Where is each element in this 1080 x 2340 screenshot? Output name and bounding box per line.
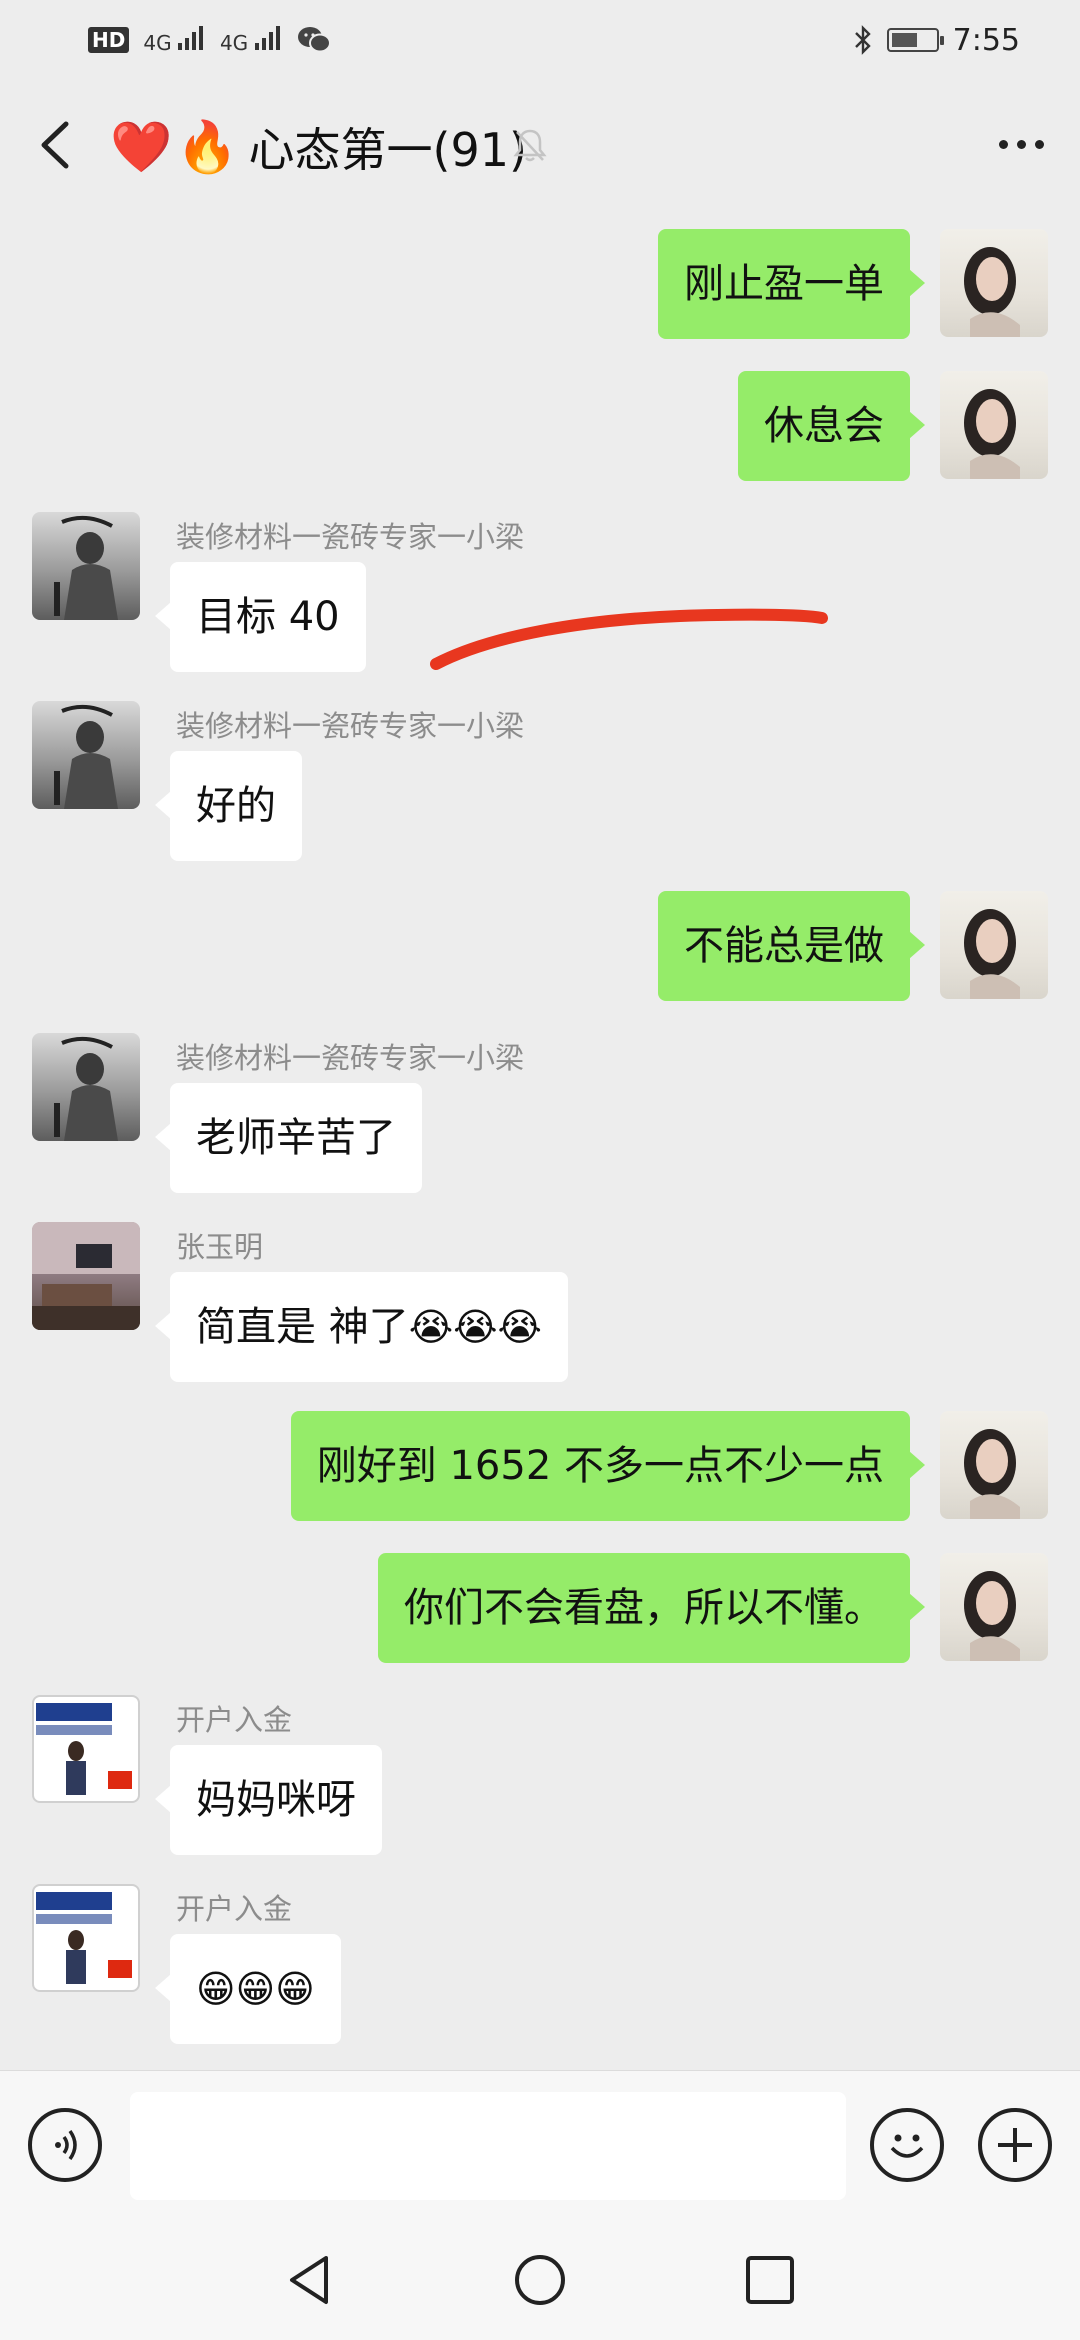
sender-avatar[interactable] [32, 1695, 140, 1803]
plus-icon[interactable] [978, 2108, 1052, 2182]
group-name: 心态第一(91) [248, 123, 527, 177]
signal-bars-icon [177, 25, 203, 50]
message-bubble-other[interactable]: 简直是 神了😭😭😭 [155, 1272, 568, 1382]
hd-badge: HD [88, 27, 130, 53]
message-bubble-self[interactable]: 你们不会看盘，所以不懂。 [378, 1553, 925, 1663]
message-text: 目标 40 [196, 594, 340, 640]
message-text: 妈妈咪呀 [196, 1777, 356, 1823]
message-text: 休息会 [764, 403, 884, 449]
self-avatar[interactable] [940, 229, 1048, 337]
bell-off-icon [513, 129, 547, 162]
nav-back-icon[interactable] [282, 2252, 338, 2308]
heart-emoji: ❤️ [110, 118, 173, 176]
message-bubble-self[interactable]: 刚止盈一单 [658, 229, 925, 339]
signal-bars-icon [254, 25, 280, 50]
message-text: 刚止盈一单 [684, 261, 884, 307]
message-input[interactable] [130, 2092, 846, 2200]
voice-icon[interactable] [28, 2108, 102, 2182]
sender-name: 开户入金 [176, 1892, 293, 1926]
fire-emoji: 🔥 [176, 118, 239, 176]
message-text: 简直是 神了 [196, 1304, 409, 1350]
wechat-icon [297, 27, 331, 53]
message-bubble-other[interactable]: 😁😁😁 [155, 1934, 341, 2044]
sender-avatar[interactable] [32, 1033, 140, 1141]
sim2-network-label: 4G [219, 30, 249, 55]
self-avatar[interactable] [940, 1553, 1048, 1661]
sender-name: 张玉明 [176, 1230, 264, 1264]
system-nav-bar [0, 2220, 1080, 2340]
sender-name: 装修材料一瓷砖专家一小梁 [176, 1041, 525, 1075]
message-bubble-other[interactable]: 目标 40 [155, 562, 366, 672]
emoji-icon[interactable] [870, 2108, 944, 2182]
status-right-group: 7:55 [853, 23, 1020, 58]
message-bubble-other[interactable]: 老师辛苦了 [155, 1083, 422, 1193]
self-avatar[interactable] [940, 891, 1048, 999]
status-bar: HD 4G 4G 7:55 [0, 0, 1080, 80]
self-avatar[interactable] [940, 371, 1048, 479]
sender-avatar[interactable] [32, 1884, 140, 1992]
status-left-group: HD 4G 4G [88, 25, 331, 55]
grinning-emoji: 😁😁😁 [196, 1967, 315, 2011]
message-text: 不能总是做 [684, 923, 884, 969]
message-bubble-other[interactable]: 好的 [155, 751, 302, 861]
message-bubble-self[interactable]: 不能总是做 [658, 891, 925, 1001]
message-bubble-self[interactable]: 刚好到 1652 不多一点不少一点 [290, 1411, 926, 1521]
sender-avatar[interactable] [32, 1222, 140, 1330]
group-title: ❤️ 🔥 心态第一(91) [110, 114, 527, 180]
message-text: 刚好到 1652 不多一点不少一点 [316, 1443, 884, 1489]
self-avatar[interactable] [940, 1411, 1048, 1519]
sender-name: 装修材料一瓷砖专家一小梁 [176, 709, 525, 743]
status-time: 7:55 [952, 22, 1020, 58]
message-bubble-other[interactable]: 妈妈咪呀 [155, 1745, 382, 1855]
bluetooth-icon [854, 25, 871, 55]
message-text: 好的 [196, 783, 276, 829]
more-dots-icon[interactable] [999, 140, 1044, 149]
sim1-network-label: 4G [143, 30, 172, 55]
battery-icon [886, 28, 944, 52]
signal-sim1: 4G [143, 25, 206, 55]
chat-input-bar [0, 2070, 1080, 2220]
nav-home-icon[interactable] [512, 2252, 568, 2308]
message-text: 你们不会看盘，所以不懂。 [404, 1585, 884, 1631]
sender-name: 装修材料一瓷砖专家一小梁 [176, 520, 525, 554]
signal-sim2: 4G [219, 25, 283, 55]
sender-avatar[interactable] [32, 512, 140, 620]
chevron-left-icon[interactable] [36, 120, 76, 170]
crying-emoji: 😭😭😭 [408, 1305, 542, 1349]
red-underline-annotation [430, 608, 828, 670]
message-text: 老师辛苦了 [196, 1115, 396, 1161]
message-bubble-self[interactable]: 休息会 [738, 371, 925, 481]
chat-header: ❤️ 🔥 心态第一(91) [0, 80, 1080, 210]
sender-avatar[interactable] [32, 701, 140, 809]
sender-name: 开户入金 [176, 1703, 293, 1737]
message-list[interactable]: 刚止盈一单 休息会 装修材料一瓷砖专家一小梁 目标 40 装修材料一瓷砖专家一小… [0, 210, 1080, 2070]
nav-recents-icon[interactable] [742, 2252, 798, 2308]
